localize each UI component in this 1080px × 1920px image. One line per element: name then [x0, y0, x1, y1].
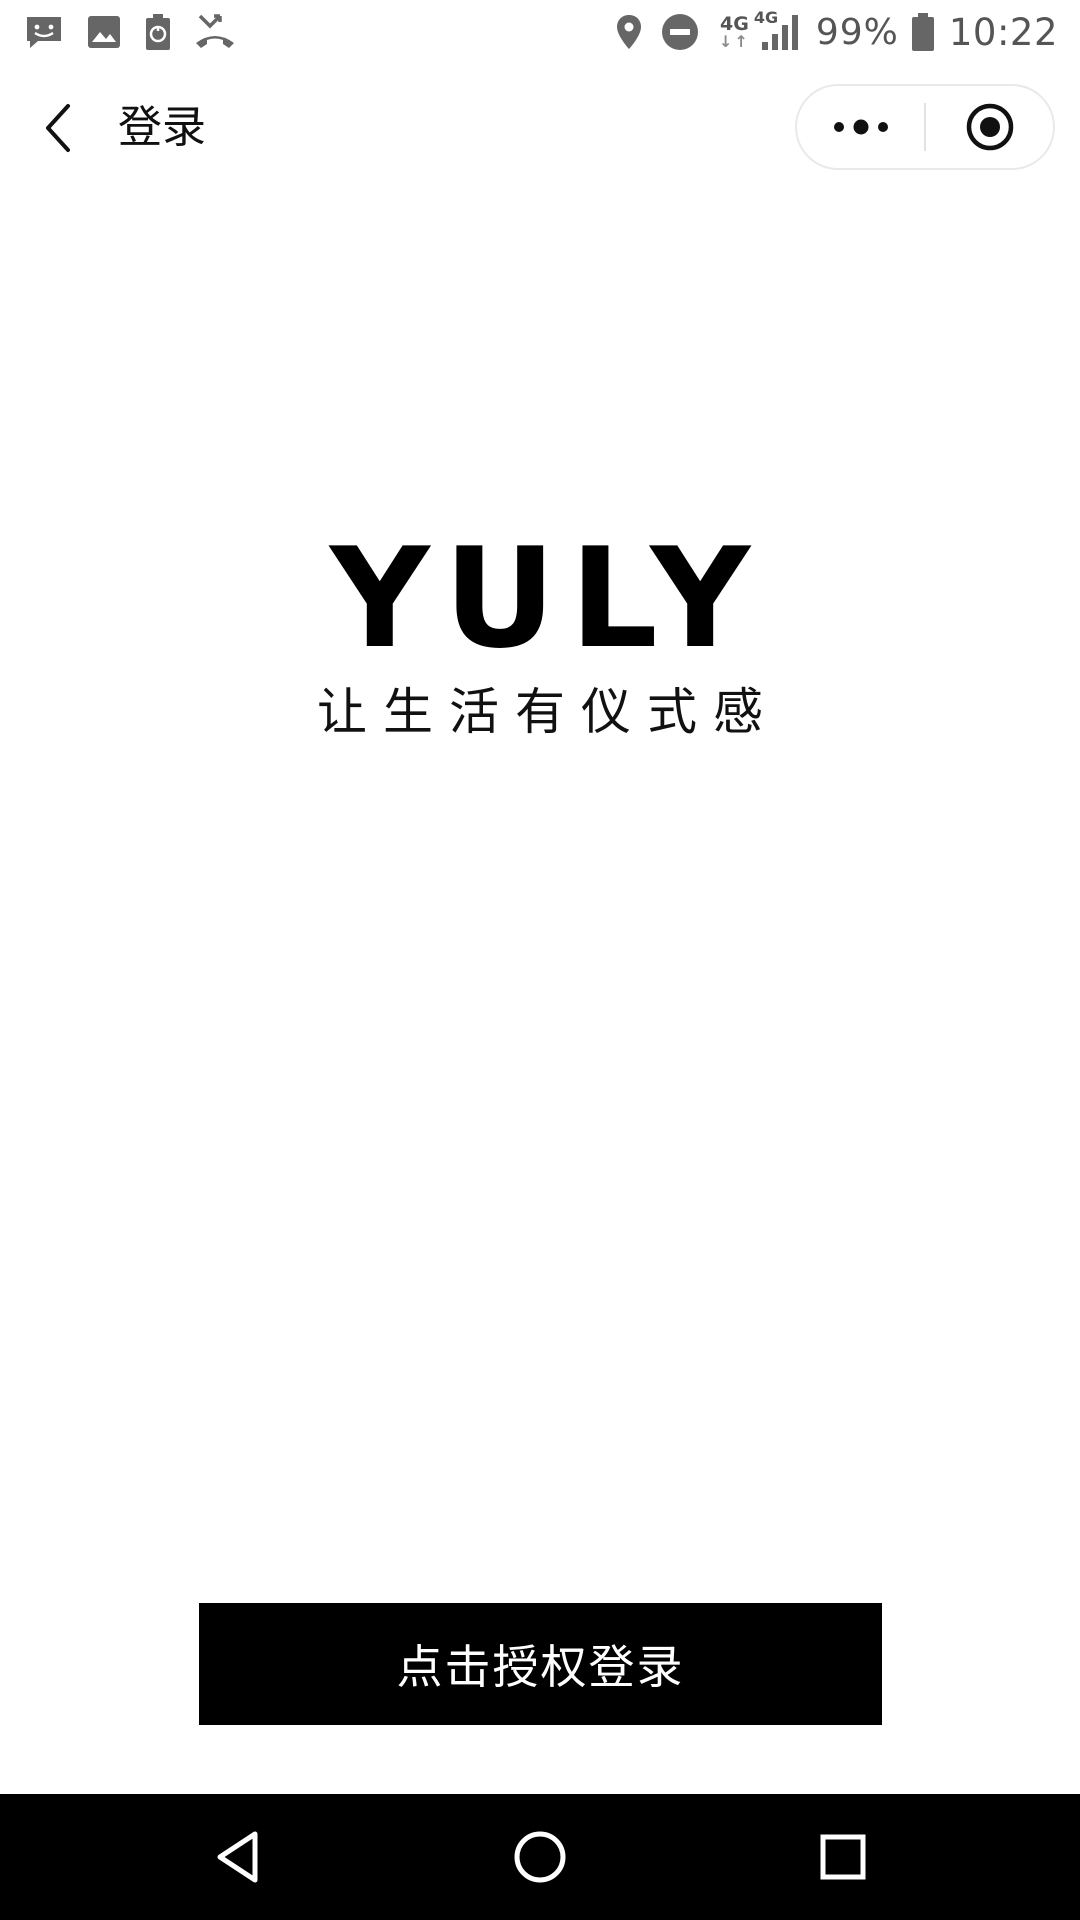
system-navigation-bar: [0, 1794, 1080, 1920]
square-recents-icon: [820, 1834, 866, 1880]
battery-icon: [911, 12, 935, 52]
mini-program-capsule: [795, 84, 1055, 170]
status-system: 4G ↓↑ 4G 99% 10:22: [597, 0, 1058, 64]
brand-logo: YULY: [329, 518, 765, 679]
system-recents-button[interactable]: [780, 1794, 906, 1920]
back-button[interactable]: [30, 100, 86, 156]
navigation-bar: 登录: [0, 74, 1080, 182]
circle-home-icon: [514, 1831, 566, 1883]
status-notifications: [24, 0, 258, 64]
more-button[interactable]: [797, 86, 924, 168]
brand-slogan: 让生活有仪式感: [317, 683, 779, 741]
brand-block: YULY 让生活有仪式感: [0, 530, 1080, 742]
status-clock: 10:22: [948, 10, 1058, 54]
do-not-disturb-icon: [661, 13, 699, 51]
battery-percent: 99%: [815, 11, 899, 53]
cell-signal-indicator: 4G: [754, 8, 804, 52]
page-title: 登录: [118, 102, 206, 153]
system-back-button[interactable]: [175, 1794, 301, 1920]
network-type-indicator: 4G ↓↑: [719, 13, 750, 51]
message-icon: [24, 14, 64, 50]
signal-network-type: 4G: [753, 8, 779, 27]
more-dots-icon: [833, 119, 888, 135]
location-icon: [615, 13, 643, 51]
target-close-icon: [966, 103, 1013, 151]
chevron-left-icon: [46, 104, 70, 152]
triangle-back-icon: [217, 1831, 258, 1883]
status-bar: 4G ↓↑ 4G 99% 10:22: [0, 0, 1080, 64]
login-screen: 4G ↓↑ 4G 99% 10:22 登录 YULY 让生活有仪式感 点击授权登…: [0, 0, 1080, 1920]
system-home-button[interactable]: [477, 1794, 603, 1920]
missed-call-icon: [194, 13, 236, 51]
data-activity-icon: ↓↑: [719, 32, 750, 51]
authorize-login-button[interactable]: 点击授权登录: [199, 1603, 882, 1725]
close-mini-program-button[interactable]: [926, 86, 1053, 168]
battery-saver-icon: [144, 13, 172, 51]
gallery-icon: [86, 14, 122, 50]
